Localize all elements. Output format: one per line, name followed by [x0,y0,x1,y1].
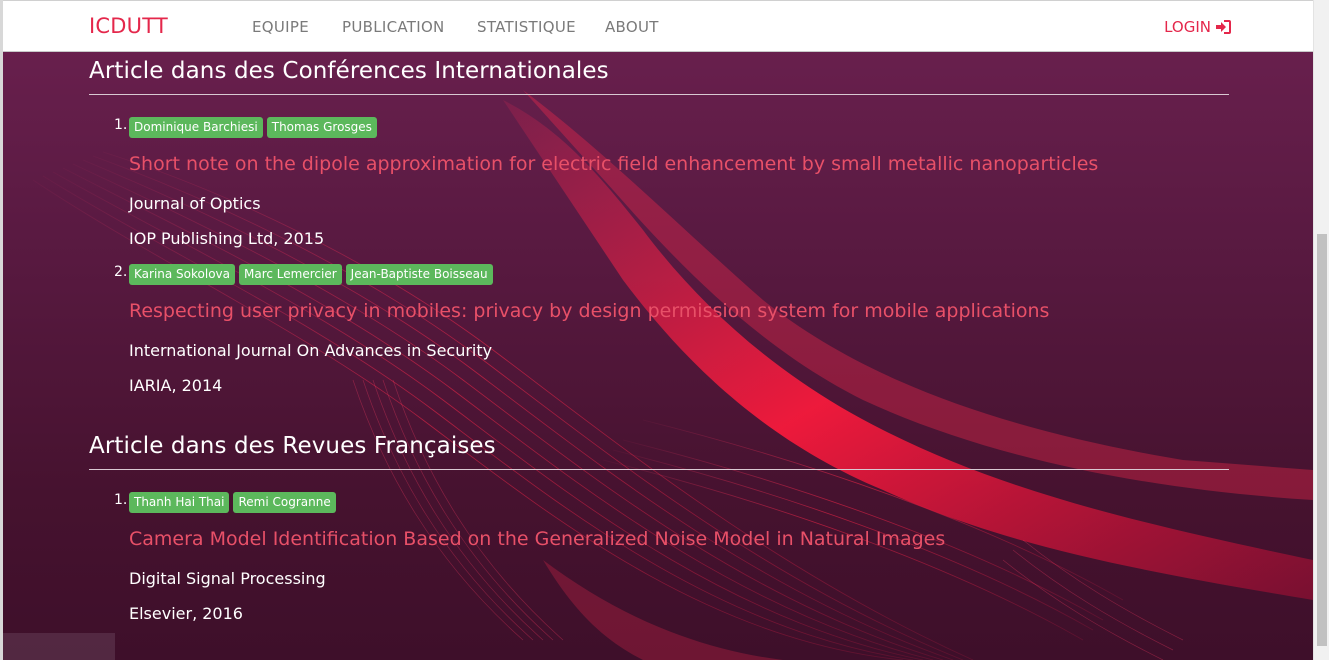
login-button[interactable]: LOGIN [1164,18,1231,36]
item-number: 2. [114,264,128,280]
author-badge[interactable]: Dominique Barchiesi [129,117,263,138]
publication-journal: Journal of Optics [129,194,261,213]
item-number: 1. [114,117,128,133]
publication-journal: Digital Signal Processing [129,569,326,588]
item-number: 1. [114,492,128,508]
nav-link-about[interactable]: ABOUT [605,18,659,36]
status-overlay [3,633,115,660]
author-badge[interactable]: Thanh Hai Thai [129,492,230,513]
publication-publisher: Elsevier, 2016 [129,604,243,623]
author-badge[interactable]: Thomas Grosges [266,117,377,138]
author-badge[interactable]: Karina Sokolova [129,264,236,285]
nav-link-publication[interactable]: PUBLICATION [342,18,445,36]
nav-link-statistique[interactable]: STATISTIQUE [477,18,576,36]
author-badge[interactable]: Marc Lemercier [239,264,342,285]
author-badges: Karina Sokolova Marc Lemercier Jean-Bapt… [129,264,493,285]
publication-journal: International Journal On Advances in Sec… [129,341,493,360]
scrollbar-thumb[interactable] [1317,234,1327,646]
publication-title-link[interactable]: Respecting user privacy in mobiles: priv… [129,300,1049,322]
vertical-scrollbar[interactable] [1313,0,1329,660]
author-badges: Dominique Barchiesi Thomas Grosges [129,117,377,138]
background-wave-image [3,0,1313,660]
publication-publisher: IOP Publishing Ltd, 2015 [129,229,325,248]
author-badge[interactable]: Jean-Baptiste Boisseau [345,264,493,285]
publication-publisher: IARIA, 2014 [129,376,223,395]
sign-in-icon [1215,20,1231,34]
section-divider [89,469,1229,470]
author-badge[interactable]: Remi Cogranne [233,492,336,513]
section-title: Article dans des Revues Françaises [89,433,496,459]
publication-title-link[interactable]: Camera Model Identification Based on the… [129,528,945,550]
section-title: Article dans des Conférences Internation… [89,58,609,84]
section-divider [89,94,1229,95]
nav-link-equipe[interactable]: EQUIPE [252,18,309,36]
publication-title-link[interactable]: Short note on the dipole approximation f… [129,153,1098,175]
login-label: LOGIN [1164,18,1211,36]
author-badges: Thanh Hai Thai Remi Cogranne [129,492,336,513]
brand-logo[interactable]: ICDUTT [89,14,168,38]
top-navbar: ICDUTT EQUIPE PUBLICATION STATISTIQUE AB… [3,0,1313,52]
